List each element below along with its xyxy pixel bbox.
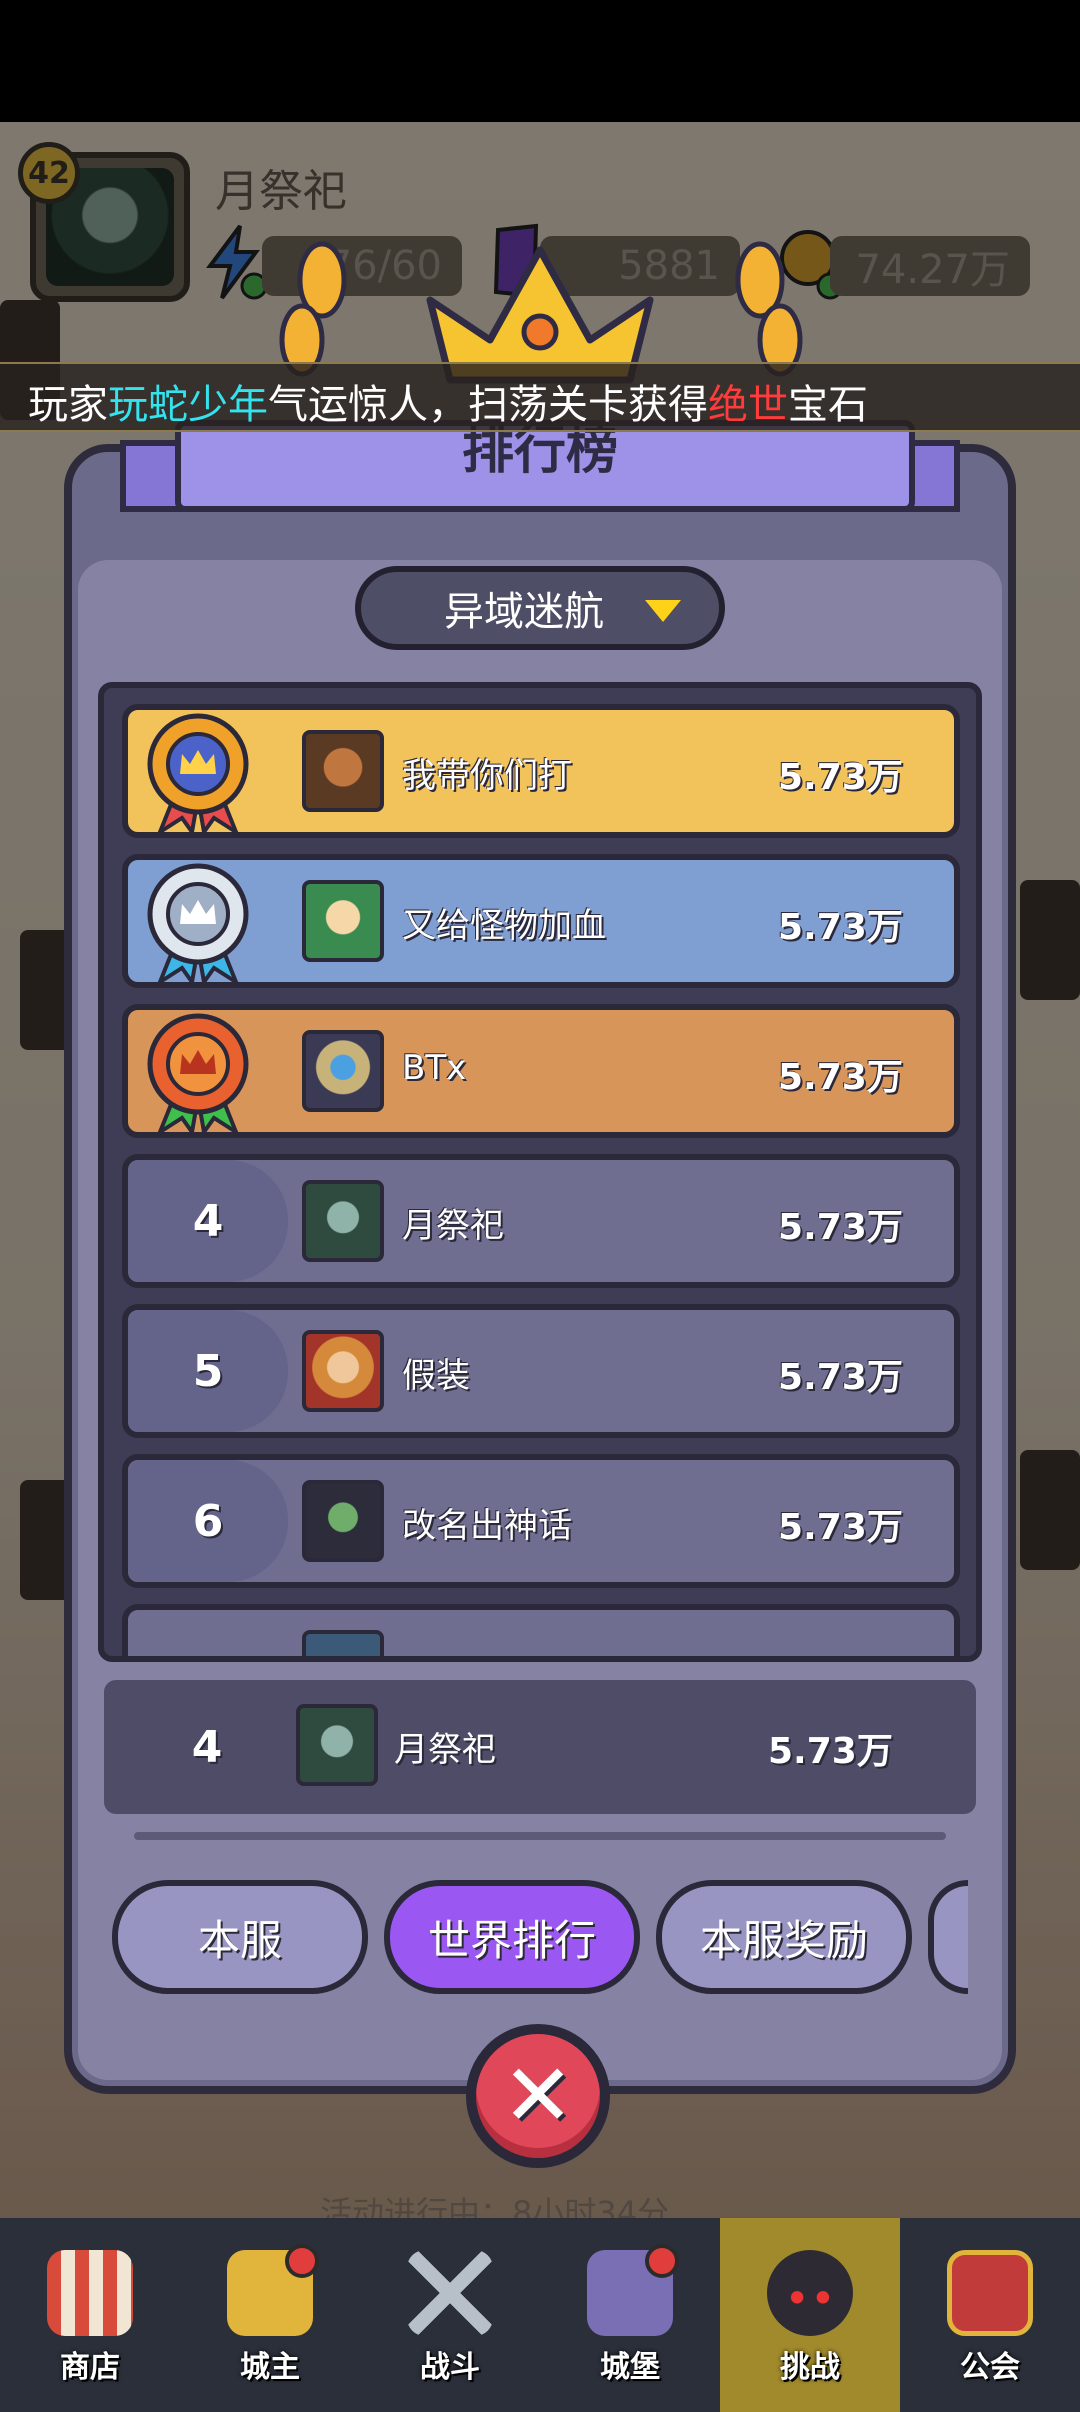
row-player-name: BTx [402,1048,467,1088]
nav-lord-label: 城主 [240,2350,300,2385]
row-score: 5.73万 [778,1207,903,1248]
dropdown-caret-icon [645,600,681,622]
row-rank-number: 5 [128,1310,288,1432]
player-avatar [302,1630,384,1656]
tab-server-rewards[interactable]: 本服奖励 [656,1880,912,1994]
row-player-name: 月祭祀 [402,1206,504,1246]
bottom-nav: 商店 城主 战斗 城堡 挑战 公会 [0,2218,1080,2412]
tab-server-label: 本服 [197,1915,282,1965]
crown-icon [227,2244,319,2336]
divider [134,1832,946,1840]
nav-challenge-label: 挑战 [780,2350,840,2385]
gold-medal-icon [147,713,249,836]
announcement-text: 玩家玩蛇少年气运惊人，扫荡关卡获得绝世宝石 [28,382,868,428]
nav-challenge[interactable]: 挑战 [720,2218,900,2412]
tab-server-rewards-label: 本服奖励 [699,1915,868,1965]
bronze-medal-icon [147,1013,249,1136]
announcement-marquee: 玩家玩蛇少年气运惊人，扫荡关卡获得绝世宝石 [0,362,1080,432]
leaderboard-row[interactable]: 我带你们打 5.73万 [122,704,960,838]
tab-world-ranking-label: 世界排行 [427,1915,596,1965]
leaderboard-row[interactable]: 4 月祭祀 5.73万 [122,1154,960,1288]
leaderboard-row-partial[interactable] [122,1604,960,1656]
silver-medal-icon [147,863,249,986]
notification-dot [285,2244,319,2278]
row-player-name: 我带你们打 [402,756,572,796]
nav-lord[interactable]: 城主 [180,2218,360,2412]
player-avatar [302,1180,384,1262]
player-avatar [302,880,384,962]
leaderboard-row[interactable]: 6 改名出神话 5.73万 [122,1454,960,1588]
player-avatar [302,1330,384,1412]
row-player-name: 又给怪物加血 [402,906,606,946]
player-avatar [302,1030,384,1112]
nav-battle[interactable]: 战斗 [360,2218,540,2412]
nav-guild-label: 公会 [960,2350,1020,2385]
leaderboard-list[interactable]: 我带你们打 5.73万 又给怪物加血 5.73万 BTx 5.73万 4 月祭祀 [98,682,982,1662]
announcement-player: 玩蛇少年 [108,382,268,428]
leaderboard-row[interactable]: 5 假装 5.73万 [122,1304,960,1438]
tab-server[interactable]: 本服 [112,1880,368,1994]
guild-banner-icon [947,2250,1033,2336]
nav-castle-label: 城堡 [600,2350,660,2385]
status-bar [0,0,1080,122]
row-rank-number: 4 [128,1160,288,1282]
my-rank-row: 4 月祭祀 5.73万 [104,1680,976,1814]
row-score: 5.73万 [778,1507,903,1548]
shop-icon [47,2250,133,2336]
nav-guild[interactable]: 公会 [900,2218,1080,2412]
nav-shop-label: 商店 [60,2350,120,2385]
row-score: 5.73万 [778,1357,903,1398]
castle-icon [587,2244,679,2336]
notification-dot [645,2244,679,2278]
nav-battle-label: 战斗 [420,2350,480,2385]
close-icon: ✕ [501,2046,575,2146]
my-rank-number: 4 [191,1721,223,1773]
leaderboard-row[interactable]: 又给怪物加血 5.73万 [122,854,960,988]
mode-dropdown-label: 异域迷航 [444,589,604,635]
mode-dropdown[interactable]: 异域迷航 [355,566,725,650]
player-avatar [302,730,384,812]
nav-shop[interactable]: 商店 [0,2218,180,2412]
row-score: 5.73万 [778,907,903,948]
nav-castle[interactable]: 城堡 [540,2218,720,2412]
row-score: 5.73万 [778,1057,903,1098]
row-player-name: 改名出神话 [402,1506,572,1546]
row-player-name: 假装 [402,1356,470,1396]
leaderboard-row[interactable]: BTx 5.73万 [122,1004,960,1138]
player-avatar [302,1480,384,1562]
my-avatar [296,1704,378,1786]
tab-world-ranking[interactable]: 世界排行 [384,1880,640,1994]
swords-icon [407,2250,493,2336]
my-player-name: 月祭祀 [394,1730,496,1770]
row-score: 5.73万 [778,757,903,798]
close-button[interactable]: ✕ [466,2024,610,2168]
announcement-item: 绝世 [708,382,788,428]
demon-mask-icon [767,2250,853,2336]
my-score: 5.73万 [768,1731,893,1772]
row-rank-number: 6 [128,1460,288,1582]
